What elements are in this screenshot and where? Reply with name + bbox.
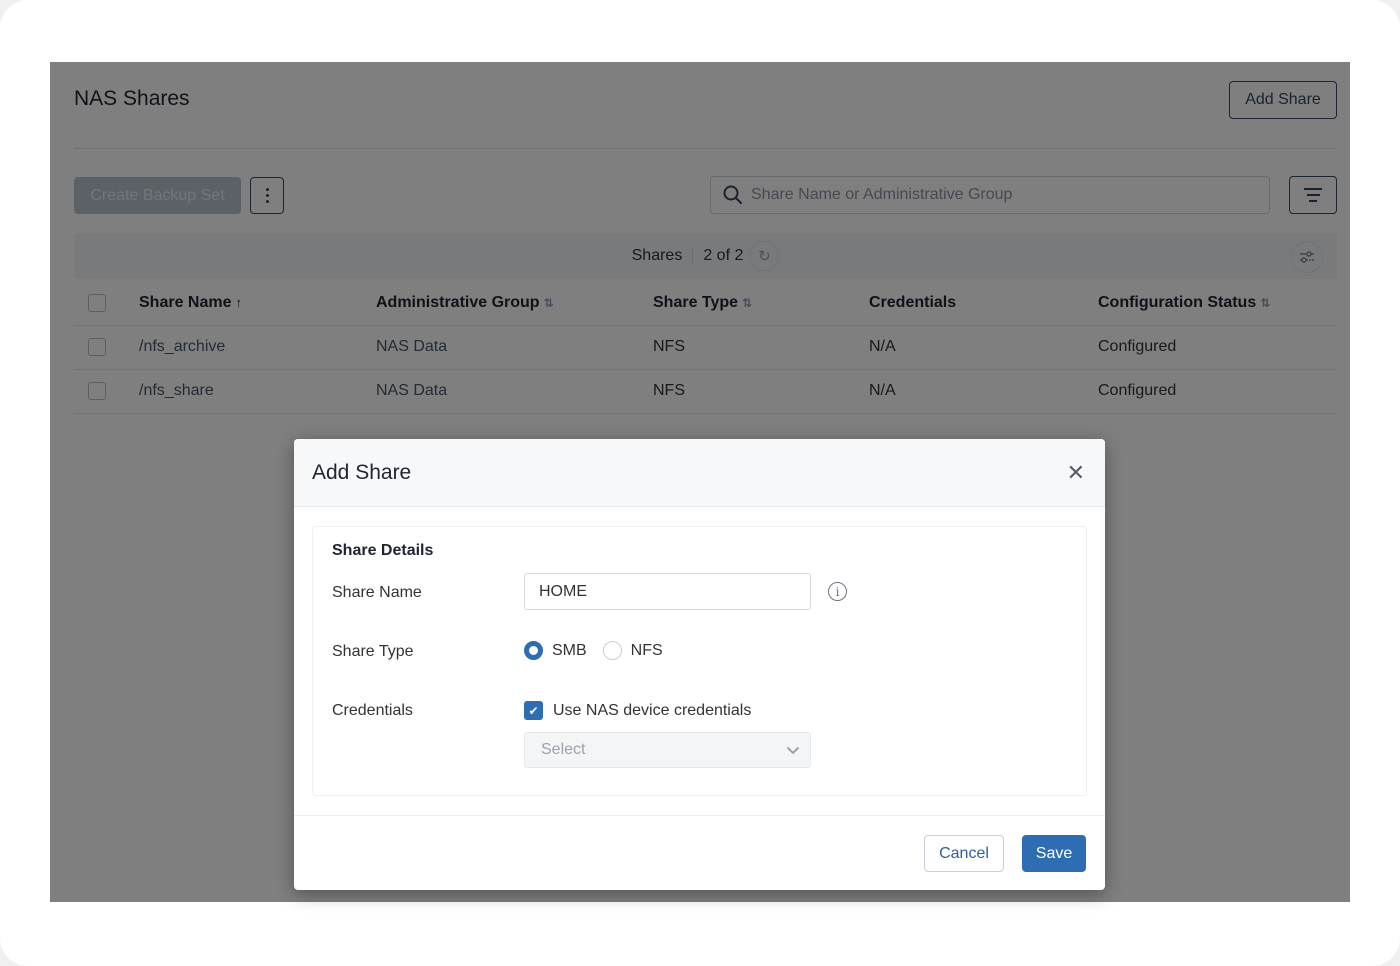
- use-nas-credentials-checkbox[interactable]: ✔: [524, 701, 543, 720]
- use-nas-credentials-option[interactable]: ✔ Use NAS device credentials: [524, 701, 751, 720]
- window-frame: NAS Shares Add Share Create Backup Set S…: [0, 0, 1400, 966]
- share-name-label: Share Name: [332, 584, 422, 601]
- dialog-header: Add Share ✕: [294, 439, 1105, 507]
- radio-label: NFS: [630, 641, 663, 659]
- checkbox-label: Use NAS device credentials: [553, 701, 752, 719]
- cancel-button[interactable]: Cancel: [924, 835, 1004, 872]
- save-button[interactable]: Save: [1022, 835, 1086, 872]
- share-type-radio-group: SMB NFS: [524, 641, 671, 660]
- share-details-section: Share Details Share Name i Share Type SM…: [312, 526, 1087, 796]
- info-icon[interactable]: i: [828, 582, 847, 601]
- chevron-down-icon: [786, 746, 800, 754]
- radio-label: SMB: [552, 641, 587, 659]
- share-type-nfs-option[interactable]: NFS: [602, 641, 663, 660]
- section-title: Share Details: [332, 542, 434, 559]
- credentials-select[interactable]: Select: [524, 732, 811, 768]
- select-placeholder: Select: [541, 741, 586, 758]
- share-name-input[interactable]: [524, 573, 811, 610]
- credentials-label: Credentials: [332, 702, 413, 719]
- dialog-title: Add Share: [312, 460, 412, 484]
- share-type-smb-option[interactable]: SMB: [524, 641, 587, 660]
- dialog-footer: Cancel Save: [294, 815, 1105, 890]
- radio-nfs[interactable]: [602, 641, 622, 660]
- radio-smb[interactable]: [524, 641, 543, 660]
- close-icon[interactable]: ✕: [1067, 461, 1085, 484]
- share-type-label: Share Type: [332, 643, 414, 660]
- add-share-dialog: Add Share ✕ Share Details Share Name i S…: [294, 439, 1105, 890]
